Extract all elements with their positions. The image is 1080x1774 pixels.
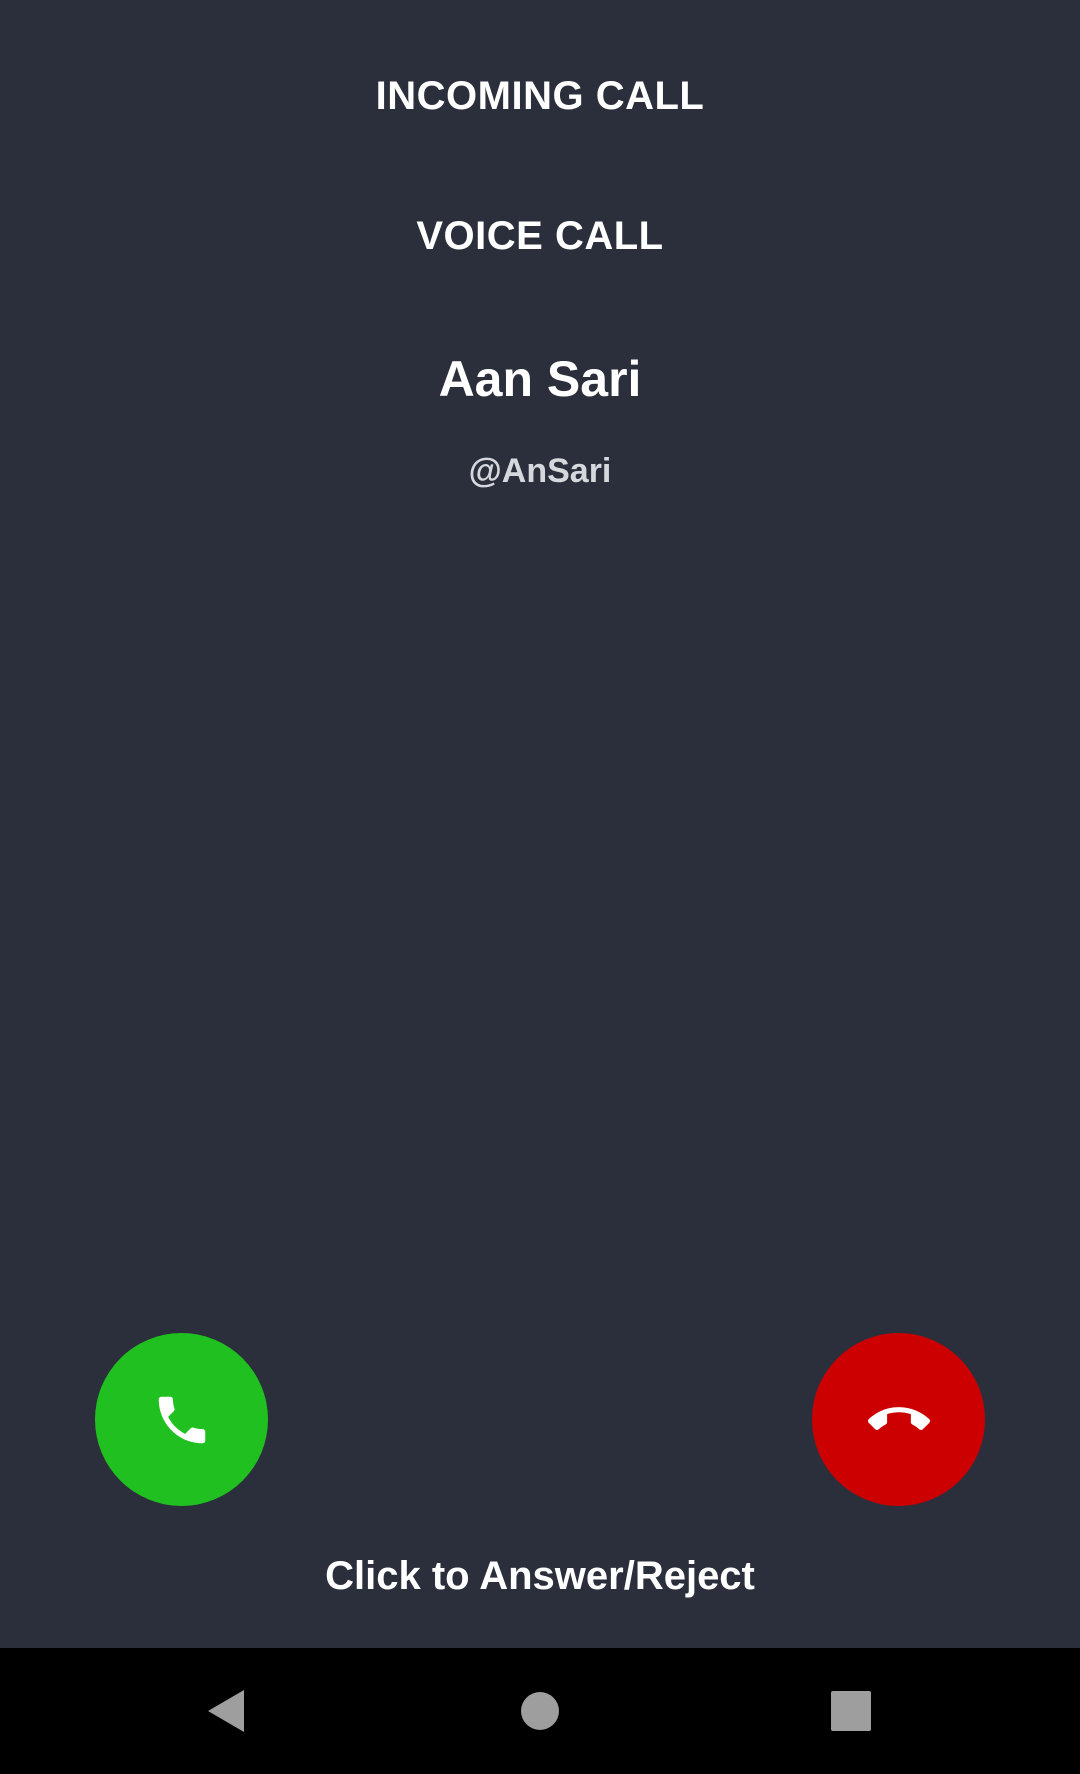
recents-icon xyxy=(831,1691,871,1731)
call-status: INCOMING CALL xyxy=(375,74,705,118)
home-icon xyxy=(521,1692,559,1730)
caller-name: Aan Sari xyxy=(438,351,642,407)
back-button[interactable] xyxy=(166,1648,286,1774)
reject-call-button[interactable] xyxy=(812,1333,985,1506)
answer-call-button[interactable] xyxy=(95,1333,268,1506)
call-type: VOICE CALL xyxy=(416,214,664,258)
hang-up-icon xyxy=(867,1406,930,1430)
back-icon xyxy=(208,1690,244,1732)
call-area: INCOMING CALL VOICE CALL Aan Sari @AnSar… xyxy=(0,0,1080,1648)
recents-button[interactable] xyxy=(791,1648,911,1774)
system-navigation-bar xyxy=(0,1648,1080,1774)
caller-handle: @AnSari xyxy=(468,452,612,490)
phone-icon xyxy=(158,1396,205,1443)
answer-reject-hint: Click to Answer/Reject xyxy=(325,1554,755,1598)
incoming-call-screen: INCOMING CALL VOICE CALL Aan Sari @AnSar… xyxy=(0,0,1080,1774)
home-button[interactable] xyxy=(480,1648,600,1774)
